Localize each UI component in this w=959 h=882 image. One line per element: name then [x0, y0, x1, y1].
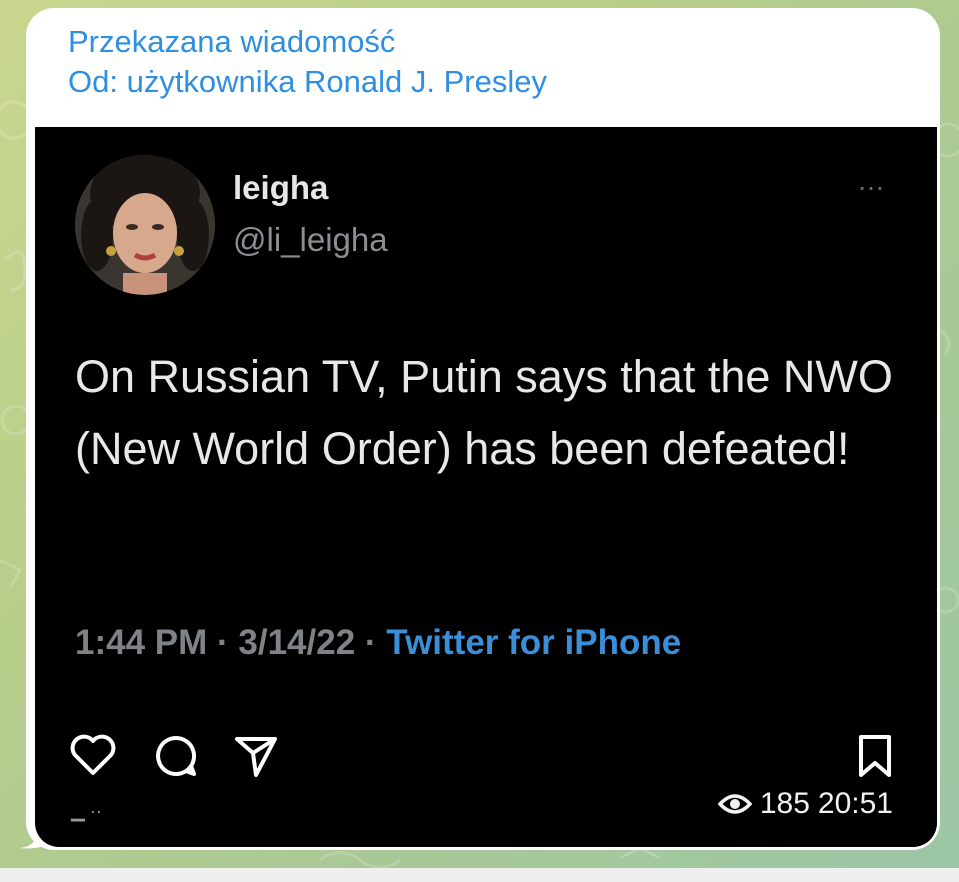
comment-icon — [156, 735, 197, 776]
send-icon — [235, 737, 277, 777]
tweet-time: 1:44 PM — [75, 623, 208, 662]
tweet-handle: @li_leigha — [233, 221, 388, 258]
tweet-screenshot-image[interactable]: leigha @li_leigha … On Russian TV, Putin… — [35, 127, 937, 847]
meta-separator: · — [207, 623, 239, 662]
meta-separator: · — [355, 623, 387, 662]
forwarded-message-label: Przekazana wiadomość — [68, 24, 396, 59]
post-action-bar — [69, 733, 891, 783]
message-footer: 185 20:51 — [717, 787, 893, 821]
tweet-meta-line: 1:44 PM · 3/14/22 · Twitter for iPhone — [75, 623, 681, 663]
more-options-icon: … — [857, 165, 886, 196]
cropped-caption-fragment: ▁ ·· — [71, 801, 102, 821]
tweet-body-text: On Russian TV, Putin says that the NWO (… — [75, 351, 893, 474]
bottom-strip — [0, 868, 959, 882]
forward-header[interactable]: Przekazana wiadomość Od: użytkownika Ron… — [68, 22, 547, 102]
bookmark-icon — [859, 735, 891, 777]
view-count: 185 — [759, 787, 810, 820]
tweet-display-name: leigha — [233, 169, 329, 206]
message-time: 20:51 — [817, 787, 893, 820]
forwarded-from-label[interactable]: Od: użytkownika Ronald J. Presley — [68, 62, 547, 102]
avatar — [75, 155, 215, 295]
heart-icon — [70, 734, 116, 775]
tweet-source: Twitter for iPhone — [386, 623, 682, 662]
tweet-date: 3/14/22 — [238, 623, 356, 662]
eye-icon — [717, 794, 752, 814]
avatar-portrait — [75, 155, 215, 295]
